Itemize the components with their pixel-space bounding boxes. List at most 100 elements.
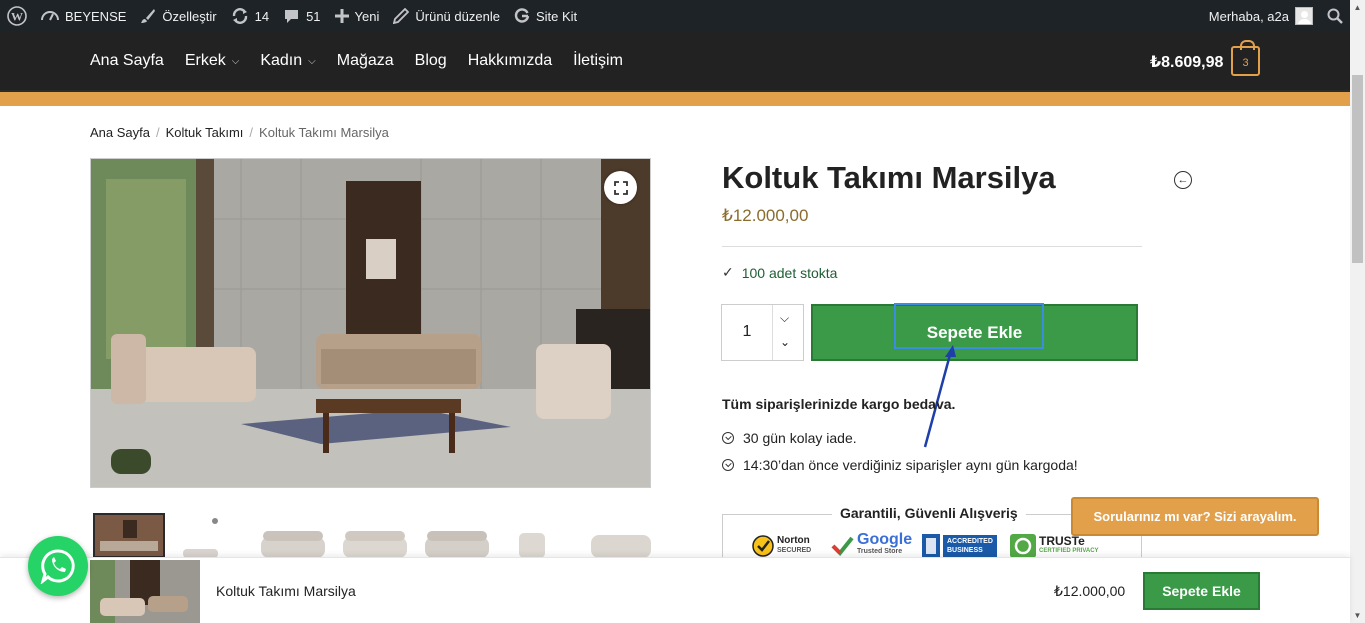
feature-label: 30 gün kolay iade.	[743, 430, 857, 446]
stock-label: 100 adet stokta	[741, 264, 838, 281]
my-account-link[interactable]: Merhaba, a2a	[1202, 0, 1320, 32]
comments-link[interactable]: 51	[276, 0, 327, 32]
scrollbar[interactable]: ▲ ▼	[1350, 0, 1365, 623]
updates-count: 14	[254, 8, 270, 24]
thumbnail-6[interactable]	[503, 513, 575, 558]
admin-search-button[interactable]	[1320, 0, 1350, 32]
cart-bag-icon[interactable]: 3	[1231, 40, 1260, 76]
pencil-icon	[393, 8, 410, 24]
truste-label: TRUSTe	[1039, 534, 1085, 548]
nav-item-women[interactable]: Kadın ⌵	[260, 52, 315, 70]
thumbnail-7[interactable]	[585, 513, 657, 558]
breadcrumb-home[interactable]: Ana Sayfa	[90, 125, 150, 140]
admin-bar: W BEYENSE Özelleştir 14 51 Yeni Ürünü dü…	[0, 0, 1350, 32]
edit-product-label: Ürünü düzenle	[415, 8, 500, 24]
nav-item-about[interactable]: Hakkımızda	[468, 52, 552, 70]
breadcrumb-separator: /	[249, 125, 254, 140]
site-name: BEYENSE	[65, 8, 127, 24]
comment-icon	[285, 10, 299, 23]
updates-icon	[232, 8, 247, 24]
whatsapp-icon	[40, 549, 75, 584]
quantity-stepper[interactable]: 1 ⌵︎ ⌄	[721, 304, 804, 361]
sticky-product-thumbnail	[90, 560, 200, 623]
header-accent-bar	[0, 90, 1350, 106]
nav-item-men[interactable]: Erkek ⌵	[185, 52, 240, 70]
expand-icon	[613, 180, 628, 195]
avatar	[1295, 7, 1313, 25]
customize-link[interactable]: Özelleştir	[133, 0, 223, 32]
sticky-product-price: ₺12.000,00	[1054, 583, 1126, 599]
product-price: ₺12.000,00	[722, 206, 809, 225]
feature-same-day: 14:30’dan önce verdiğiniz siparişler ayn…	[722, 457, 1078, 473]
brush-icon	[141, 9, 156, 23]
thumbnail-4[interactable]	[339, 513, 411, 558]
cart-total[interactable]: ₺8.609,98	[1150, 52, 1223, 72]
whatsapp-chat-button[interactable]	[28, 536, 88, 596]
stock-status: ✓ 100 adet stokta	[722, 264, 837, 281]
new-content-link[interactable]: Yeni	[328, 0, 387, 32]
chevron-down-icon: ⌵	[231, 55, 240, 67]
quantity-input[interactable]: 1	[722, 323, 772, 341]
new-label: Yeni	[354, 8, 380, 24]
zoom-expand-button[interactable]	[604, 171, 637, 204]
trust-title: Garantili, Güvenli Alışveriş	[832, 505, 1026, 521]
cart-count: 3	[1242, 57, 1249, 69]
plus-icon	[334, 9, 349, 23]
bbb-label: ACCREDITED	[947, 538, 993, 545]
nav-item-blog[interactable]: Blog	[415, 52, 447, 70]
edit-product-link[interactable]: Ürünü düzenle	[386, 0, 507, 32]
site-kit-link[interactable]: Site Kit	[507, 0, 584, 32]
google-check-icon	[831, 536, 854, 556]
truste-sub-label: CERTIFIED PRIVACY	[1039, 548, 1099, 554]
thumbnail-5[interactable]	[421, 513, 493, 558]
nav-item-shop[interactable]: Mağaza	[337, 52, 394, 70]
customize-label: Özelleştir	[162, 8, 217, 24]
truste-logo-icon	[1010, 534, 1036, 558]
breadcrumb-separator: /	[156, 125, 160, 140]
main-navigation: Ana Sayfa Erkek ⌵ Kadın ⌵ Mağaza Blog Hakk…	[90, 32, 644, 90]
back-arrow-icon[interactable]: ←	[1174, 171, 1192, 189]
scroll-down-arrow-icon[interactable]: ▼	[1350, 608, 1365, 623]
scroll-up-arrow-icon[interactable]: ▲	[1350, 0, 1365, 15]
chevron-up-icon[interactable]: ⌵︎	[780, 311, 789, 326]
chevron-down-icon[interactable]: ⌄	[780, 335, 790, 349]
product-thumbnails	[93, 513, 657, 558]
updates-link[interactable]: 14	[224, 0, 276, 32]
checkmark-icon: ✓	[722, 264, 734, 280]
thumbnail-3[interactable]	[257, 513, 329, 558]
norton-check-icon	[752, 535, 774, 557]
product-main-image[interactable]	[90, 158, 651, 488]
breadcrumb-current: Koltuk Takımı Marsilya	[259, 125, 389, 140]
bbb-logo-icon	[922, 534, 940, 558]
google-g-icon	[514, 8, 530, 23]
breadcrumb-category[interactable]: Koltuk Takımı	[166, 125, 244, 140]
dashboard-icon	[41, 11, 59, 21]
divider	[722, 246, 1142, 247]
thumbnail-1[interactable]	[93, 513, 165, 558]
norton-sub-label: SECURED	[777, 547, 812, 554]
greeting: Merhaba, a2a	[1208, 8, 1289, 24]
bbb-sub-label: BUSINESS	[947, 547, 983, 554]
thumbnail-2[interactable]	[175, 513, 247, 558]
sticky-product-title: Koltuk Takımı Marsilya	[216, 583, 356, 599]
nav-item-home[interactable]: Ana Sayfa	[90, 52, 164, 70]
site-kit-label: Site Kit	[535, 8, 578, 24]
free-shipping-note: Tüm siparişlerinizde kargo bedava.	[722, 396, 956, 412]
callback-request-button[interactable]: Sorularınız mı var? Sizi arayalım.	[1071, 497, 1319, 536]
nav-item-contact[interactable]: İletişim	[573, 52, 623, 70]
check-circle-icon	[722, 459, 734, 471]
comments-count: 51	[306, 8, 321, 24]
scrollbar-thumb[interactable]	[1352, 75, 1363, 263]
feature-label: 14:30’dan önce verdiğiniz siparişler ayn…	[743, 457, 1078, 473]
breadcrumb: Ana Sayfa / Koltuk Takımı / Koltuk Takım…	[90, 125, 389, 140]
norton-label: Norton	[777, 535, 810, 546]
wordpress-logo-icon[interactable]: W	[0, 0, 34, 32]
site-name-link[interactable]: BEYENSE	[34, 0, 133, 32]
highlight-annotation-box	[894, 303, 1044, 349]
check-circle-icon	[722, 432, 734, 444]
google-label: Google	[857, 531, 913, 548]
sticky-add-to-cart-button[interactable]: Sepete Ekle	[1143, 572, 1260, 610]
chevron-down-icon: ⌵	[308, 55, 316, 67]
feature-returns: 30 gün kolay iade.	[722, 430, 857, 446]
svg-text:W: W	[11, 10, 23, 24]
